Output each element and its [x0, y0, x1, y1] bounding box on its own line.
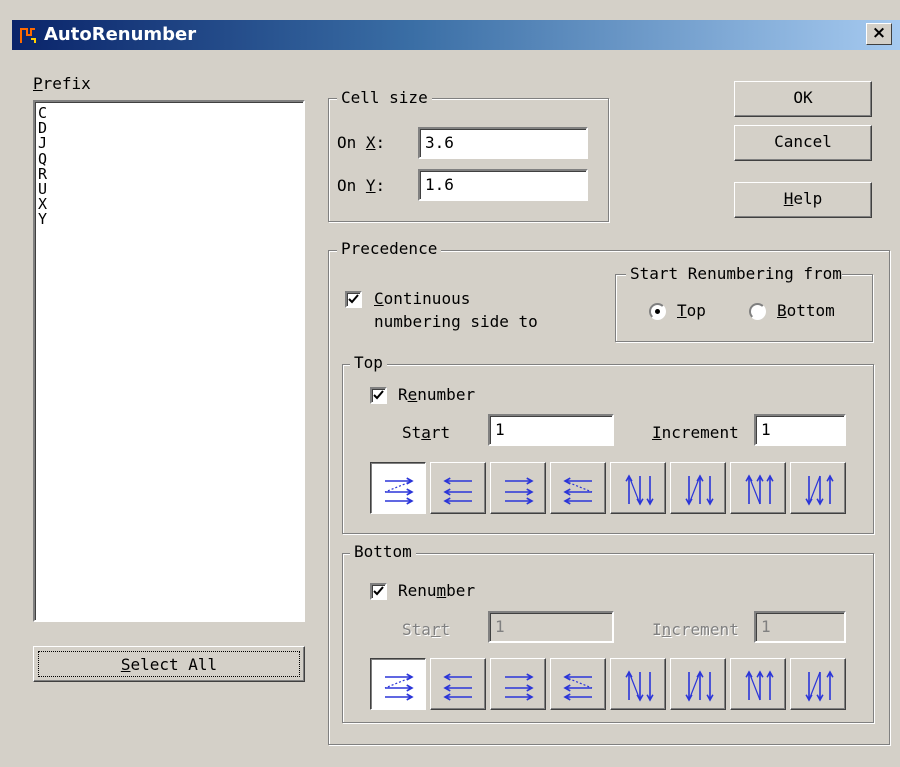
rows-left-right-zigzag-button[interactable]	[370, 462, 426, 514]
precedence-title: Precedence	[337, 239, 442, 259]
rows-left-right-button[interactable]	[490, 462, 546, 514]
bottom-group-title: Bottom	[350, 542, 416, 562]
bottom-renumber-label: Renumber	[398, 581, 476, 600]
rows-right-left-zigzag-icon	[563, 673, 593, 701]
select-all-button[interactable]: Select All	[33, 646, 305, 682]
cols-down-up-button[interactable]	[670, 462, 726, 514]
cols-down-button[interactable]	[790, 462, 846, 514]
bottom-increment-input[interactable]: 1	[754, 611, 846, 643]
top-start-label: Start	[402, 423, 451, 442]
cols-up-button[interactable]	[730, 462, 786, 514]
top-renumber-checkbox[interactable]	[370, 387, 387, 404]
focus-rect: Select All	[38, 651, 300, 677]
top-increment-input[interactable]: 1	[754, 414, 846, 446]
cell-size-x-input[interactable]: 3.6	[418, 127, 588, 159]
help-button[interactable]: Help	[734, 182, 872, 218]
cols-up-down-button[interactable]	[610, 658, 666, 710]
start-bottom-label: Bottom	[777, 301, 835, 320]
bottom-start-label: Start	[402, 620, 451, 639]
list-item[interactable]: Q	[38, 151, 300, 167]
autorenumber-app-icon	[20, 28, 36, 43]
on-y-label: On Y:	[337, 176, 386, 195]
rows-left-right-button[interactable]	[490, 658, 546, 710]
checkmark-icon	[348, 294, 359, 304]
rows-left-right-icon	[505, 673, 534, 701]
cols-up-icon	[745, 474, 774, 505]
top-increment-label: Increment	[652, 423, 739, 442]
start-renumbering-title: Start Renumbering from	[626, 264, 842, 284]
cols-up-icon	[745, 670, 774, 701]
cols-up-down-icon	[625, 670, 654, 702]
list-item[interactable]: Y	[38, 212, 300, 227]
rows-right-left-icon	[443, 477, 472, 505]
ok-button[interactable]: OK	[734, 81, 872, 117]
cell-size-group	[328, 98, 609, 222]
rows-right-left-button[interactable]	[430, 658, 486, 710]
rows-right-left-zigzag-button[interactable]	[550, 462, 606, 514]
rows-left-right-zigzag-icon	[384, 477, 414, 505]
rows-right-left-icon	[443, 673, 472, 701]
list-item[interactable]: D	[38, 121, 300, 136]
cols-up-down-button[interactable]	[610, 462, 666, 514]
list-item[interactable]: U	[38, 181, 300, 197]
close-button[interactable]: ×	[866, 23, 892, 45]
cell-size-title: Cell size	[337, 88, 432, 108]
bottom-renumber-checkbox[interactable]	[370, 583, 387, 600]
bottom-start-input[interactable]: 1	[488, 611, 614, 643]
rows-right-left-zigzag-icon	[563, 477, 593, 505]
top-start-input[interactable]: 1	[488, 414, 614, 446]
window-title: AutoRenumber	[44, 24, 197, 45]
checkmark-icon	[373, 586, 384, 596]
rows-right-left-button[interactable]	[430, 462, 486, 514]
prefix-label: Prefix	[33, 74, 91, 93]
rows-left-right-icon	[505, 477, 534, 505]
list-item[interactable]: R	[38, 166, 300, 182]
cols-down-button[interactable]	[790, 658, 846, 710]
start-bottom-radio[interactable]	[749, 303, 766, 320]
checkmark-icon	[373, 390, 384, 400]
prefix-listbox[interactable]: C D J Q R U X Y	[33, 100, 305, 622]
cols-up-down-icon	[625, 474, 654, 506]
cols-down-up-icon	[685, 670, 714, 702]
start-top-label: Top	[677, 301, 706, 320]
cancel-button[interactable]: Cancel	[734, 125, 872, 161]
cols-down-up-button[interactable]	[670, 658, 726, 710]
bottom-increment-label: Increment	[652, 620, 739, 639]
cols-down-up-icon	[685, 474, 714, 506]
rows-right-left-zigzag-button[interactable]	[550, 658, 606, 710]
continuous-numbering-checkbox[interactable]	[345, 291, 362, 308]
rows-left-right-zigzag-button[interactable]	[370, 658, 426, 710]
autorenumber-dialog: AutoRenumber × Prefix C D J Q R U X Y Se…	[0, 0, 900, 767]
title-bar[interactable]: AutoRenumber ×	[12, 20, 900, 50]
cols-down-icon	[805, 474, 834, 506]
cell-size-y-input[interactable]: 1.6	[418, 169, 588, 201]
top-renumber-label: Renumber	[398, 385, 476, 404]
list-item[interactable]: J	[38, 136, 300, 151]
cols-up-button[interactable]	[730, 658, 786, 710]
continuous-label-line1: Continuous	[374, 289, 471, 308]
cols-down-icon	[805, 670, 834, 702]
top-group-title: Top	[350, 353, 387, 373]
list-item[interactable]: C	[38, 105, 300, 121]
list-item[interactable]: X	[38, 197, 300, 212]
start-top-radio[interactable]	[649, 303, 666, 320]
continuous-label-line2: numbering side to	[374, 312, 538, 331]
on-x-label: On X:	[337, 133, 386, 152]
rows-left-right-zigzag-icon	[384, 673, 414, 701]
